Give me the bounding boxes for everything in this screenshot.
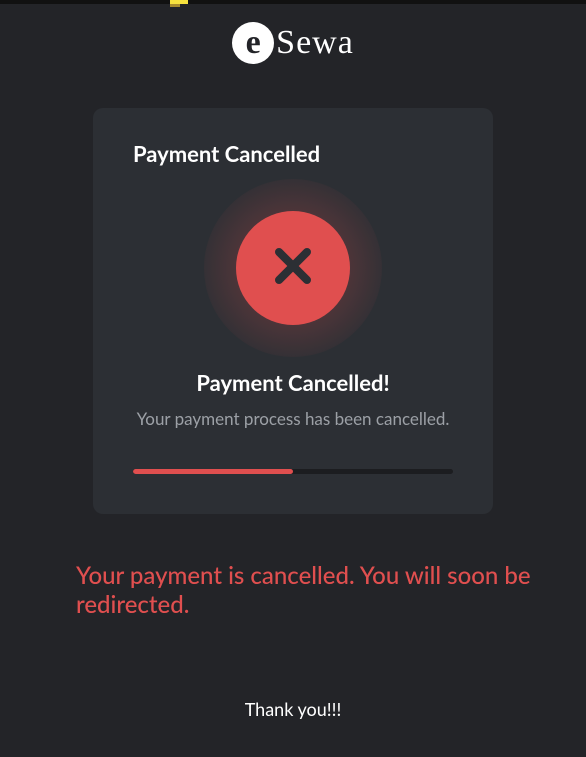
status-icon-circle — [236, 211, 350, 325]
status-title: Payment Cancelled! — [133, 369, 453, 396]
status-icon-glow — [204, 179, 382, 357]
redirect-progress-bar — [133, 469, 453, 474]
top-accent-shadow — [170, 4, 180, 7]
window-top-bar — [0, 0, 586, 4]
thank-you-message: Thank you!!! — [0, 698, 586, 720]
status-subtitle: Your payment process has been cancelled. — [133, 408, 453, 429]
brand-mark: e — [232, 22, 274, 64]
card-heading: Payment Cancelled — [133, 140, 453, 167]
redirect-progress-fill — [133, 469, 293, 474]
redirect-message: Your payment is cancelled. You will soon… — [76, 562, 550, 620]
x-cross-icon — [269, 242, 317, 294]
status-icon-area — [133, 179, 453, 357]
payment-status-card: Payment Cancelled Payment Cancelled! You… — [93, 108, 493, 514]
brand-mark-letter: e — [246, 26, 261, 60]
brand-logo: e Sewa — [0, 22, 586, 64]
brand-name: Sewa — [276, 24, 354, 62]
